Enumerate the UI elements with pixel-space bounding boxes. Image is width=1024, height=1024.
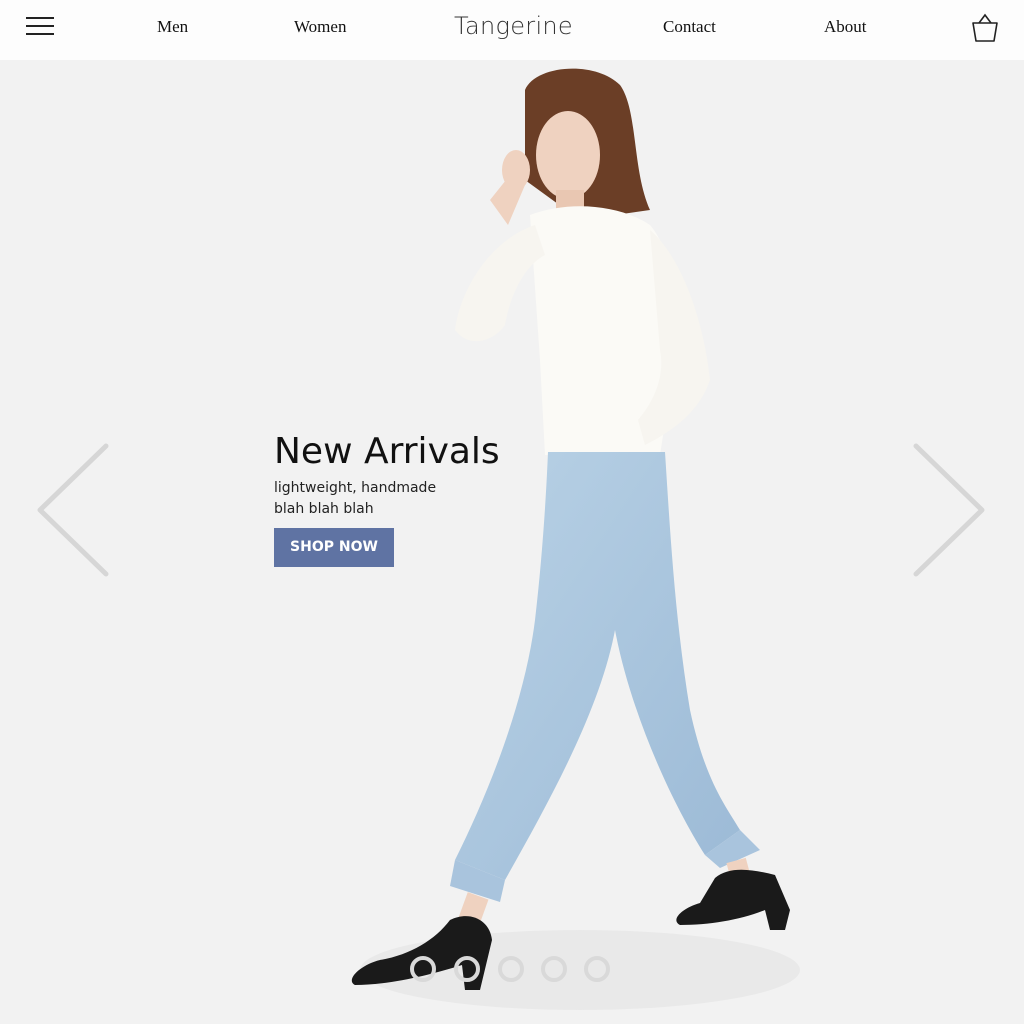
- hero-caption: New Arrivals lightweight, handmade blah …: [274, 432, 500, 567]
- hamburger-menu-icon[interactable]: [24, 14, 58, 40]
- carousel-dot[interactable]: [584, 956, 610, 982]
- chevron-right-icon[interactable]: [908, 440, 988, 580]
- carousel-dot[interactable]: [454, 956, 480, 982]
- carousel-dot[interactable]: [541, 956, 567, 982]
- brand-logo[interactable]: Tangerine: [454, 12, 573, 40]
- hero-headline: New Arrivals: [274, 431, 500, 472]
- shop-now-button[interactable]: SHOP NOW: [274, 527, 394, 567]
- hero-carousel: New Arrivals lightweight, handmade blah …: [0, 60, 1024, 1024]
- hero-subline-2: blah blah blah: [274, 500, 374, 517]
- nav-link-women[interactable]: Women: [294, 17, 346, 37]
- carousel-dot[interactable]: [498, 956, 524, 982]
- nav-link-about[interactable]: About: [824, 17, 867, 37]
- nav-link-contact[interactable]: Contact: [663, 17, 716, 37]
- shopping-basket-icon[interactable]: [970, 12, 1000, 44]
- hero-subline-1: lightweight, handmade: [274, 479, 437, 496]
- carousel-dot[interactable]: [410, 956, 436, 982]
- chevron-left-icon[interactable]: [34, 440, 114, 580]
- carousel-dots: [410, 956, 620, 984]
- nav-link-men[interactable]: Men: [157, 17, 188, 37]
- site-header: Men Women Tangerine Contact About: [0, 0, 1024, 60]
